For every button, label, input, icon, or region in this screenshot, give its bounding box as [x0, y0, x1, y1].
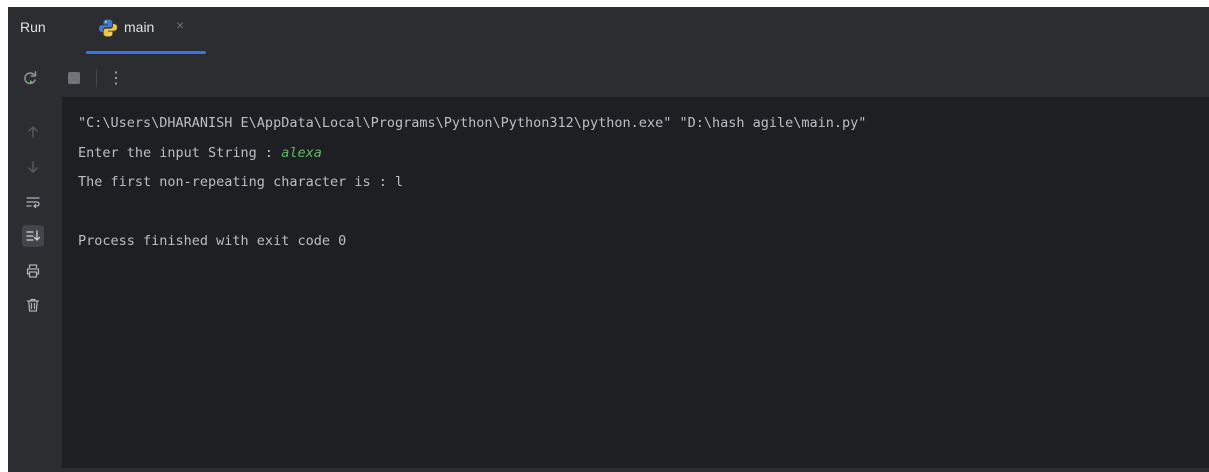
- print-icon[interactable]: [22, 260, 44, 282]
- run-panel-title: Run: [20, 19, 46, 35]
- more-vertical-icon[interactable]: ⋮: [106, 68, 126, 88]
- tab-main[interactable]: main ×: [86, 7, 206, 60]
- soft-wrap-icon[interactable]: [22, 191, 44, 213]
- tab-label: main: [124, 19, 155, 35]
- command-line: "C:\Users\DHARANISH E\AppData\Local\Prog…: [78, 115, 867, 131]
- result-line: The first non-repeating character is : l: [78, 174, 404, 190]
- toolbar-separator: [96, 69, 97, 87]
- rerun-icon[interactable]: [20, 68, 40, 88]
- scroll-to-end-icon[interactable]: [22, 225, 44, 247]
- run-tool-window: Run main × ⋮ "C:\Users\DHARANISH E\AppDa…: [8, 7, 1209, 472]
- prompt-text: Enter the input String :: [78, 145, 282, 161]
- status-strip: [8, 468, 1209, 472]
- exit-message: Process finished with exit code 0: [78, 233, 347, 249]
- console-output[interactable]: "C:\Users\DHARANISH E\AppData\Local\Prog…: [62, 97, 1209, 472]
- arrow-down-icon[interactable]: [22, 156, 44, 178]
- prompt-line: Enter the input String : alexa: [78, 145, 322, 161]
- trash-icon[interactable]: [22, 294, 44, 316]
- close-icon[interactable]: ×: [176, 17, 184, 33]
- python-icon: [98, 18, 118, 38]
- stop-icon[interactable]: [64, 68, 84, 88]
- active-tab-indicator: [86, 51, 206, 54]
- user-input-text: alexa: [281, 145, 322, 161]
- arrow-up-icon[interactable]: [22, 121, 44, 143]
- run-toolbar: ⋮: [8, 60, 1209, 97]
- console-gutter: [8, 97, 62, 472]
- run-tab-bar: Run main ×: [8, 7, 1209, 60]
